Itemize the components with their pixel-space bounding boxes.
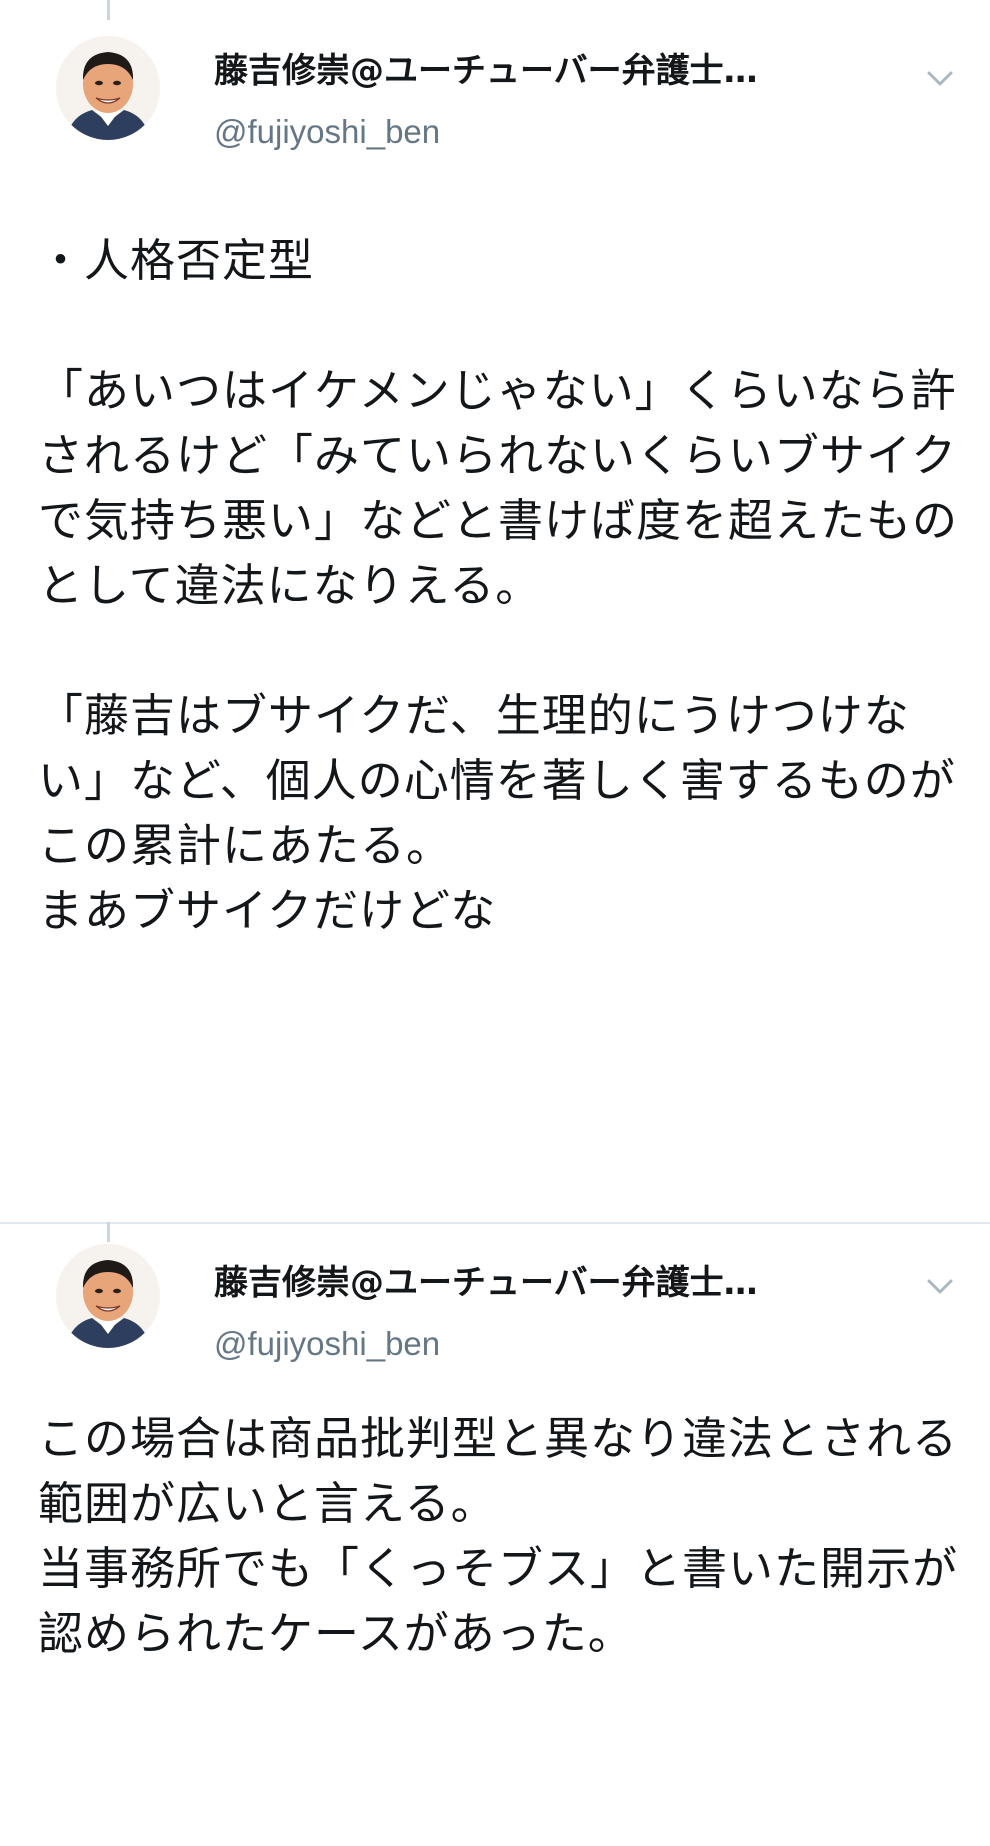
tweet-header: 藤吉修崇@ユーチューバー弁護士… @fujiyoshi_ben [214, 1262, 990, 1364]
display-name[interactable]: 藤吉修崇@ユーチューバー弁護士… [214, 1262, 990, 1304]
chevron-down-icon[interactable] [922, 1268, 958, 1304]
display-name[interactable]: 藤吉修崇@ユーチューバー弁護士… [214, 50, 990, 92]
user-handle[interactable]: @fujiyoshi_ben [214, 1324, 990, 1364]
user-handle[interactable]: @fujiyoshi_ben [214, 112, 990, 152]
tweet-header: 藤吉修崇@ユーチューバー弁護士… @fujiyoshi_ben [214, 50, 990, 152]
thread-line [107, 0, 110, 20]
thread-line [107, 1222, 110, 1242]
chevron-down-icon[interactable] [922, 60, 958, 96]
avatar[interactable] [56, 36, 160, 140]
tweet[interactable]: 藤吉修崇@ユーチューバー弁護士… @fujiyoshi_ben ・人格否定型 「… [0, 0, 990, 1221]
avatar-illustration [56, 36, 160, 140]
avatar[interactable] [56, 1244, 160, 1348]
tweet-text: ・人格否定型 「あいつはイケメンじゃない」くらいなら許されるけど「みていられない… [38, 234, 959, 937]
divider [0, 1222, 990, 1224]
tweet[interactable]: 藤吉修崇@ユーチューバー弁護士… @fujiyoshi_ben この場合は商品批… [0, 1222, 990, 1846]
tweet-text: この場合は商品批判型と異なり違法とされる範囲が広いと言える。 当事務所でも「くっ… [38, 1412, 959, 1660]
avatar-illustration [56, 1244, 160, 1348]
